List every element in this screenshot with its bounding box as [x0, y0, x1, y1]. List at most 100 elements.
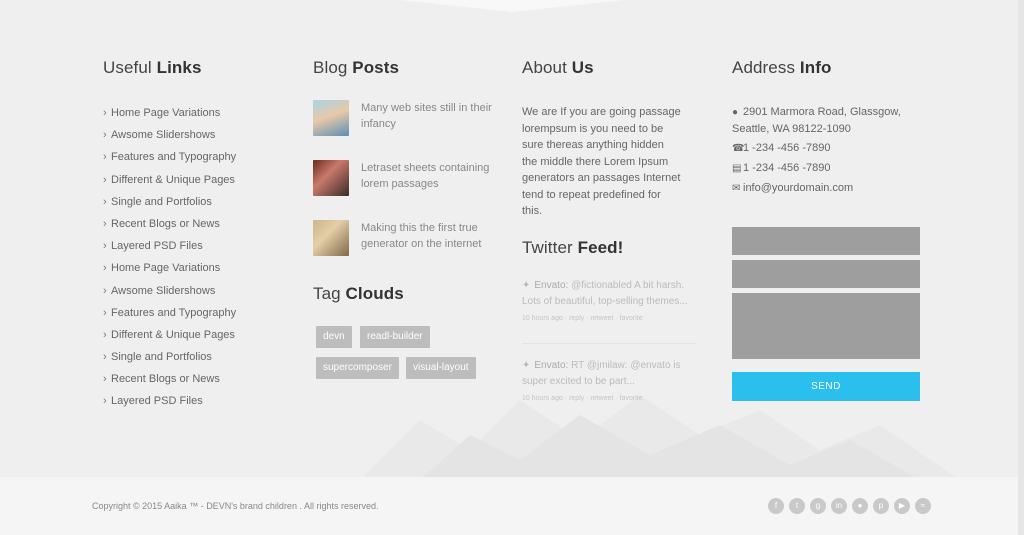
useful-link-item[interactable]: › Awsome Slidershows	[103, 280, 236, 302]
useful-link-label[interactable]: Home Page Variations	[111, 107, 220, 119]
chevron-right-icon: ›	[103, 129, 107, 142]
useful-link-item[interactable]: › Different & Unique Pages	[103, 324, 236, 346]
useful-link-item[interactable]: › Features and Typography	[103, 146, 236, 168]
tweet-author[interactable]: Envato:	[534, 360, 568, 371]
name-field[interactable]	[732, 227, 920, 255]
useful-link-label[interactable]: Features and Typography	[111, 307, 236, 319]
useful-link-item[interactable]: › Layered PSD Files	[103, 390, 236, 412]
flickr-icon[interactable]: ●	[852, 498, 868, 514]
useful-link-item[interactable]: › Different & Unique Pages	[103, 169, 236, 191]
tag-readl-builder[interactable]: readl-builder	[360, 326, 430, 348]
chevron-right-icon: ›	[103, 262, 107, 275]
blog-post-title[interactable]: Letraset sheets containing lorem passage…	[361, 160, 496, 192]
address-heading: Address Info	[732, 58, 832, 77]
tag-supercomposer[interactable]: supercomposer	[316, 357, 399, 379]
chevron-right-icon: ›	[103, 373, 107, 386]
about-column: About Us We are If you are going passage…	[522, 58, 712, 418]
twitter-heading: Twitter Feed!	[522, 238, 624, 257]
blog-post-title[interactable]: Making this the first true generator on …	[361, 220, 496, 252]
tweet-meta[interactable]: 10 hours ago · reply · retweet · favorit…	[522, 311, 697, 327]
useful-link-label[interactable]: Different & Unique Pages	[111, 174, 235, 186]
tweet-meta[interactable]: 10 hours ago · reply · retweet · favorit…	[522, 391, 697, 407]
send-button[interactable]: SEND	[732, 372, 920, 401]
useful-links-heading: Useful Links	[103, 58, 202, 77]
chevron-right-icon: ›	[103, 328, 107, 341]
blog-posts-column: Blog Posts Many web sites still in their…	[313, 58, 503, 418]
useful-link-label[interactable]: Home Page Variations	[111, 262, 220, 274]
blog-post[interactable]: Many web sites still in their infancy	[313, 100, 503, 140]
address-line: ● 2901 Marmora Road, Glassgow,	[732, 104, 922, 121]
youtube-icon[interactable]: ▶	[894, 498, 910, 514]
blog-post-title[interactable]: Many web sites still in their infancy	[361, 100, 496, 132]
address-city: Seattle, WA 98122-1090	[732, 123, 851, 135]
useful-link-label[interactable]: Different & Unique Pages	[111, 329, 235, 341]
email-field[interactable]	[732, 260, 920, 288]
useful-link-item[interactable]: › Recent Blogs or News	[103, 368, 236, 390]
tag-visual-layout[interactable]: visual-layout	[406, 357, 476, 379]
twitter-icon[interactable]: t	[789, 498, 805, 514]
useful-link-item[interactable]: › Layered PSD Files	[103, 235, 236, 257]
email-line: ✉ info@yourdomain.com	[732, 180, 922, 197]
blog-post[interactable]: Making this the first true generator on …	[313, 220, 503, 260]
tweet-author[interactable]: Envato:	[534, 280, 568, 291]
useful-link-item[interactable]: › Single and Portfolios	[103, 191, 236, 213]
chevron-right-icon: ›	[103, 217, 107, 230]
useful-link-item[interactable]: › Home Page Variations	[103, 257, 236, 279]
useful-link-label[interactable]: Recent Blogs or News	[111, 373, 220, 385]
useful-link-label[interactable]: Awsome Slidershows	[111, 129, 215, 141]
useful-link-label[interactable]: Features and Typography	[111, 151, 236, 163]
blog-post-thumbnail[interactable]	[313, 160, 349, 196]
blog-post-thumbnail[interactable]	[313, 100, 349, 136]
tweet-divider	[522, 343, 697, 344]
address-block: ● 2901 Marmora Road, Glassgow, Seattle, W…	[732, 104, 922, 197]
chevron-right-icon: ›	[103, 195, 107, 208]
useful-link-item[interactable]: › Home Page Variations	[103, 102, 236, 124]
blog-post-thumbnail[interactable]	[313, 220, 349, 256]
copyright-text: Copyright © 2015 Aaika ™ - DEVN's brand …	[92, 501, 379, 511]
chevron-right-icon: ›	[103, 395, 107, 408]
fax-line: ▤ 1 -234 -456 -7890	[732, 160, 922, 177]
useful-links-column: Useful Links › Home Page Variations › Awsom…	[103, 58, 236, 413]
useful-link-label[interactable]: Awsome Slidershows	[111, 285, 215, 297]
rss-icon[interactable]: ≈	[915, 498, 931, 514]
chevron-right-icon: ›	[103, 173, 107, 186]
address-column: Address Info ● 2901 Marmora Road, Glassgo…	[732, 58, 922, 197]
useful-link-item[interactable]: › Features and Typography	[103, 302, 236, 324]
footer: Copyright © 2015 Aaika ™ - DEVN's brand …	[0, 477, 1024, 535]
useful-link-label[interactable]: Layered PSD Files	[111, 395, 203, 407]
tag-devn[interactable]: devn	[316, 326, 352, 348]
chevron-right-icon: ›	[103, 351, 107, 364]
tweet-item: ✦ Envato: @fictionabled A bit harsh. Lots…	[522, 278, 697, 327]
map-pin-icon: ●	[732, 107, 739, 118]
chevron-right-icon: ›	[103, 240, 107, 253]
useful-link-label[interactable]: Single and Portfolios	[111, 351, 212, 363]
tweet-item: ✦ Envato: RT @jmilaw: @envato is super ex…	[522, 358, 697, 407]
useful-link-label[interactable]: Layered PSD Files	[111, 240, 203, 252]
twitter-bird-icon: ✦	[522, 280, 531, 291]
useful-link-item[interactable]: › Recent Blogs or News	[103, 213, 236, 235]
useful-link-label[interactable]: Single and Portfolios	[111, 196, 212, 208]
tag-clouds-heading: Tag Clouds	[313, 284, 404, 303]
about-heading: About Us	[522, 58, 594, 77]
chevron-right-icon: ›	[103, 107, 107, 119]
chevron-right-icon: ›	[103, 306, 107, 319]
linkedin-icon[interactable]: in	[831, 498, 847, 514]
phone-line: ☎1 -234 -456 -7890	[732, 140, 922, 157]
chevron-right-icon: ›	[103, 284, 107, 297]
printer-icon: ▤	[732, 163, 742, 174]
useful-link-item[interactable]: › Single and Portfolios	[103, 346, 236, 368]
blog-posts-heading: Blog Posts	[313, 58, 400, 77]
useful-links-list: › Home Page Variations › Awsome Slidershows…	[103, 102, 236, 413]
about-text: We are If you are going passage lorempsu…	[522, 106, 681, 217]
useful-link-item[interactable]: › Awsome Slidershows	[103, 124, 236, 146]
google-plus-icon[interactable]: g	[810, 498, 826, 514]
useful-link-label[interactable]: Recent Blogs or News	[111, 218, 220, 230]
page-edge	[1018, 0, 1024, 535]
pinterest-icon[interactable]: p	[873, 498, 889, 514]
chevron-right-icon: ›	[103, 151, 107, 164]
envelope-icon: ✉	[732, 183, 741, 194]
blog-post[interactable]: Letraset sheets containing lorem passage…	[313, 160, 503, 200]
twitter-bird-icon: ✦	[522, 360, 531, 371]
message-field[interactable]	[732, 293, 920, 359]
facebook-icon[interactable]: f	[768, 498, 784, 514]
